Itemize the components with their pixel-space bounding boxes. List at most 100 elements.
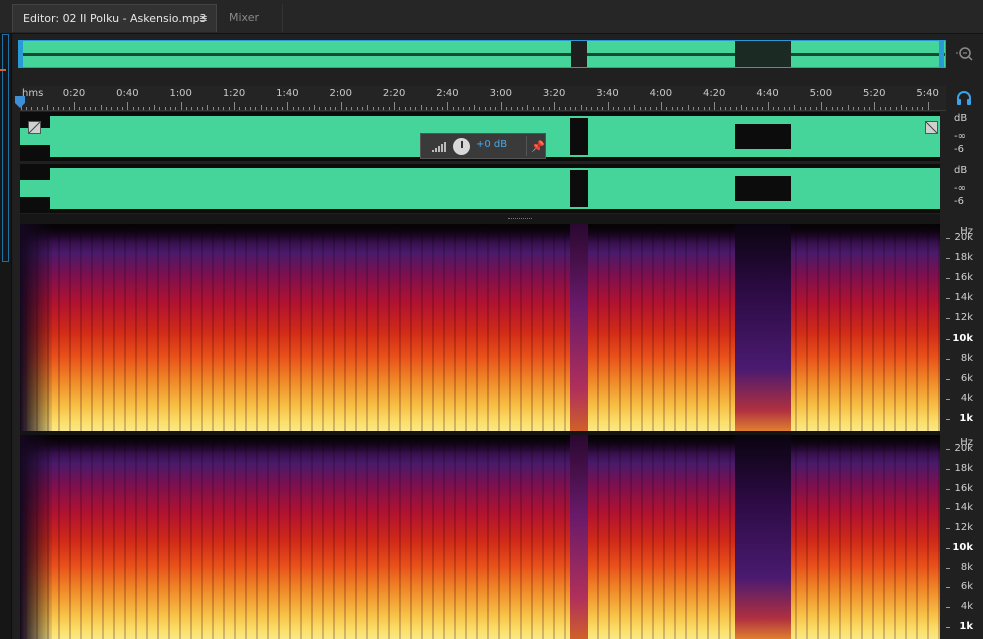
hz-tick <box>946 627 950 628</box>
spectrogram-quiet <box>735 224 791 431</box>
ruler-tick <box>74 102 75 110</box>
fade-out-handle-icon[interactable] <box>925 121 938 134</box>
waveform-channel-2[interactable] <box>20 164 940 213</box>
ruler-tick <box>890 107 892 110</box>
ruler-label: 3:40 <box>596 88 619 99</box>
ruler-tick <box>436 107 438 110</box>
hz-tick <box>946 449 950 450</box>
tab-mixer[interactable]: Mixer <box>219 4 283 32</box>
ruler-tick <box>847 105 849 110</box>
pin-icon[interactable]: 📌 <box>531 140 545 153</box>
hz-tick <box>946 318 950 320</box>
ruler-tick <box>927 102 929 110</box>
ruler-tick <box>63 107 65 110</box>
hz-tick <box>946 258 950 260</box>
hz-label: 4k <box>960 601 973 613</box>
waveform-quiet <box>735 124 791 149</box>
volume-gain-value: +0 dB <box>476 139 508 150</box>
overview-waveform[interactable] <box>20 40 946 68</box>
hz-label: 10k <box>952 332 973 344</box>
zoom-magnifier-icon[interactable] <box>955 44 975 64</box>
ruler-tick <box>559 107 561 110</box>
ruler-tick <box>223 107 225 110</box>
ruler-tick <box>783 107 785 110</box>
ruler-label: 3:00 <box>489 88 513 99</box>
ruler-label: 0:40 <box>116 88 139 99</box>
ruler-tick <box>719 107 721 110</box>
ruler-tick <box>372 107 374 110</box>
ruler-tick <box>596 107 598 110</box>
ruler-tick <box>820 102 822 110</box>
ruler-tick <box>580 105 582 110</box>
ruler-tick <box>207 105 209 110</box>
frequency-scale-2: Hz 20k 18k 16k 14k 12k 10k 8k 6k 4k 1k <box>944 435 983 639</box>
spectrogram-channel-2[interactable] <box>20 435 940 639</box>
amp-label: -6 <box>954 144 964 155</box>
ruler-tick <box>548 107 550 110</box>
ruler-tick <box>671 107 673 110</box>
ruler-tick <box>751 107 753 110</box>
ruler-tick <box>794 105 796 110</box>
ruler-tick <box>196 107 198 110</box>
ruler-tick <box>138 107 140 110</box>
overview-right-handle[interactable] <box>939 40 944 68</box>
panel-menu-icon[interactable]: ≡ <box>199 5 208 33</box>
ruler-label: 4:20 <box>702 88 726 99</box>
amp-unit: dB <box>954 113 968 124</box>
amp-label: -6 <box>954 196 964 207</box>
level-meter-icon <box>432 142 446 152</box>
ruler-tick <box>607 102 609 110</box>
volume-knob[interactable] <box>453 138 470 155</box>
ruler-tick <box>826 107 828 110</box>
spectrogram-texture <box>20 224 940 431</box>
tab-editor[interactable]: Editor: 02 II Polku - Askensio.mp3 ≡ <box>12 4 217 32</box>
ruler-tick <box>740 105 742 110</box>
ruler-tick <box>159 107 161 110</box>
ruler-tick <box>250 107 252 110</box>
hz-label: 10k <box>952 541 973 553</box>
ruler-tick <box>170 107 172 110</box>
fade-in-handle-icon[interactable] <box>28 121 41 134</box>
ruler-tick <box>175 107 177 110</box>
ruler-tick <box>415 107 417 110</box>
ruler-tick <box>495 107 497 110</box>
ruler-label: 5:00 <box>809 88 833 99</box>
ruler-tick <box>634 105 636 110</box>
hz-label: 20k <box>954 443 973 454</box>
ruler-tick <box>351 107 353 110</box>
ruler-tick <box>340 102 342 110</box>
ruler-tick <box>650 107 652 110</box>
ruler-tick <box>362 107 364 110</box>
amplitude-scale-1: dB -∞ -6 <box>944 112 983 162</box>
ruler-tick <box>666 107 668 110</box>
hz-label: 20k <box>954 232 973 243</box>
left-panel-edge <box>0 34 12 639</box>
ruler-tick <box>68 107 70 110</box>
waveform-spectrogram-splitter[interactable] <box>20 214 940 224</box>
ruler-tick <box>346 107 348 110</box>
ruler-label: 5:40 <box>916 88 939 99</box>
ruler-tick <box>746 107 748 110</box>
ruler-tick <box>815 107 817 110</box>
ruler-label: 1:00 <box>169 88 192 99</box>
ruler-tick <box>842 107 844 110</box>
ruler-tick <box>692 107 694 110</box>
ruler-tick <box>324 107 326 110</box>
playhead-icon[interactable] <box>15 96 25 108</box>
headphone-icon[interactable] <box>956 90 972 106</box>
volume-hud[interactable]: +0 dB 📌 <box>420 133 546 159</box>
ruler-tick <box>90 107 91 110</box>
time-ruler[interactable]: 0:20 0:40 1:00 1:20 1:40 2:00 2:20 2:40 3:00 3:20… <box>20 86 946 111</box>
ruler-tick <box>180 102 182 110</box>
ruler-tick <box>442 107 444 110</box>
splitter-grip[interactable] <box>508 218 532 221</box>
hz-tick <box>946 419 950 420</box>
overview-left-handle[interactable] <box>18 40 23 68</box>
spectrogram-channel-1[interactable] <box>20 224 940 431</box>
ruler-tick <box>479 107 481 110</box>
hz-tick <box>946 278 950 280</box>
spectrogram-texture <box>20 435 940 639</box>
ruler-tick <box>660 102 662 110</box>
ruler-tick <box>884 107 886 110</box>
ruler-tick <box>863 107 865 110</box>
